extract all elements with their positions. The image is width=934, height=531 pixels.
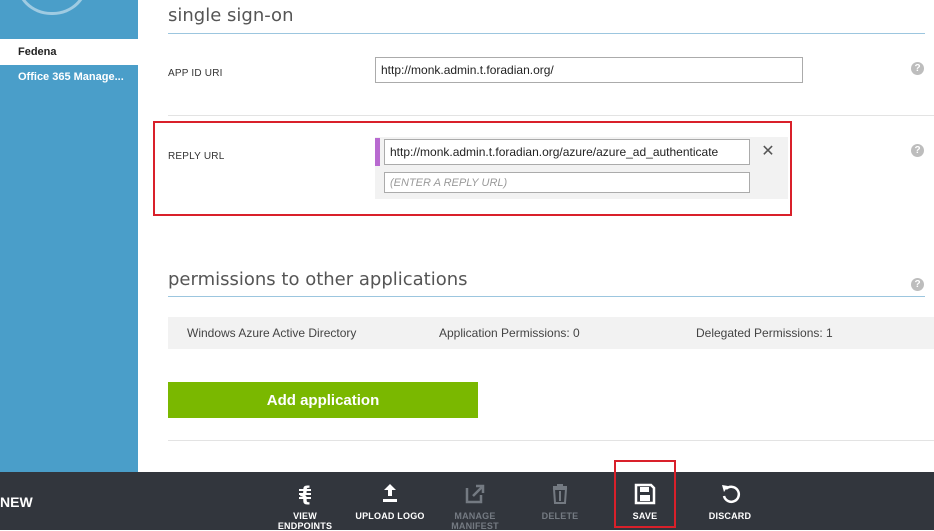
discard-label: DISCARD [708, 511, 752, 521]
divider [168, 440, 934, 441]
delete-button[interactable]: DELETE [530, 472, 590, 530]
manage-manifest-button[interactable]: MANAGE MANIFEST [440, 472, 510, 531]
help-icon[interactable]: ? [911, 62, 924, 75]
upload-logo-label: UPLOAD LOGO [355, 511, 425, 521]
permission-row[interactable]: Windows Azure Active Directory Applicati… [168, 317, 934, 349]
manage-manifest-label: MANAGE MANIFEST [451, 511, 499, 531]
divider [168, 115, 934, 116]
delete-label: DELETE [541, 511, 579, 521]
external-link-icon [465, 484, 485, 504]
highlight-box-save [614, 460, 676, 528]
sidebar-item-office-365[interactable]: Office 365 Manage... [0, 64, 138, 90]
highlight-box-reply-url [153, 121, 792, 216]
add-application-button[interactable]: Add application [168, 382, 478, 418]
section-divider [168, 296, 925, 297]
view-endpoints-button[interactable]: { VIEW ENDPOINTS [265, 472, 345, 531]
section-title-permissions: permissions to other applications [168, 269, 468, 290]
help-icon[interactable]: ? [911, 144, 924, 157]
app-id-uri-input[interactable] [375, 57, 803, 83]
app-id-uri-label: APP ID URI [168, 68, 223, 79]
permission-app-name: Windows Azure Active Directory [187, 326, 357, 340]
trash-icon [552, 484, 568, 504]
application-permissions: Application Permissions: 0 [439, 326, 580, 340]
sidebar: Fedena Office 365 Manage... [0, 0, 138, 472]
upload-logo-button[interactable]: UPLOAD LOGO [352, 472, 428, 530]
main-content: single sign-on APP ID URI ? REPLY URL ✕ … [138, 0, 934, 472]
delegated-permissions: Delegated Permissions: 1 [696, 326, 833, 340]
section-divider [168, 33, 925, 34]
new-button[interactable]: NEW [0, 494, 33, 510]
sidebar-item-fedena[interactable]: Fedena [0, 39, 138, 65]
section-title-single-sign-on: single sign-on [168, 5, 294, 26]
discard-button[interactable]: DISCARD [700, 472, 760, 530]
endpoints-icon: { [298, 482, 312, 506]
undo-icon [722, 485, 741, 503]
command-bar: NEW { VIEW ENDPOINTS UPLOAD LOGO MANAGE … [0, 472, 934, 531]
avatar [15, 0, 89, 15]
view-endpoints-label: VIEW ENDPOINTS [277, 511, 333, 531]
help-icon[interactable]: ? [911, 278, 924, 291]
upload-icon [383, 484, 397, 502]
